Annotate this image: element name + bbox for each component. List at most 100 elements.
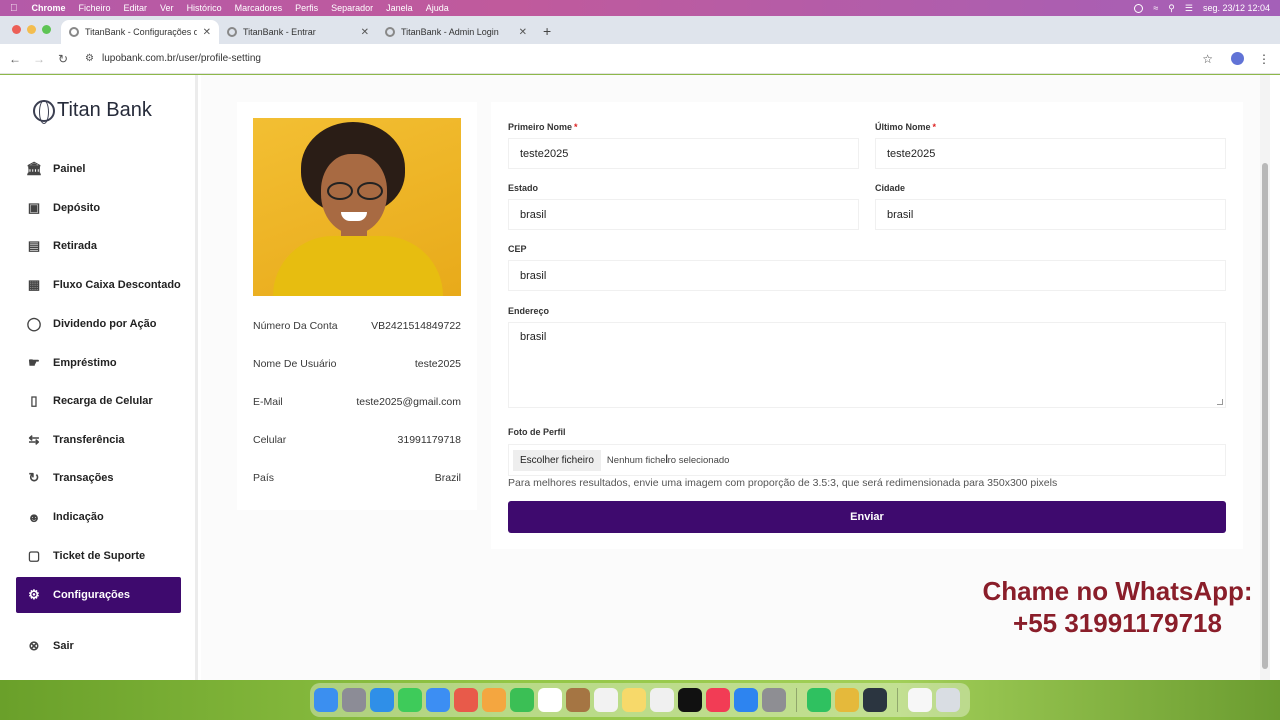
tab-admin-login[interactable]: TitanBank - Admin Login ✕	[377, 20, 535, 44]
app-store-icon[interactable]	[734, 688, 758, 712]
apple-icon[interactable]: 	[10, 3, 18, 14]
state-input[interactable]: brasil	[508, 199, 859, 230]
last-name-label: Último Nome *	[875, 122, 936, 132]
menu-separador[interactable]: Separador	[331, 3, 373, 13]
back-arrow-icon[interactable]: ←	[3, 52, 27, 66]
close-window-button[interactable]	[12, 25, 21, 34]
city-input[interactable]: brasil	[875, 199, 1226, 230]
sidebar-item-label: Fluxo Caixa Descontado	[53, 279, 181, 291]
search-icon[interactable]: ⚲	[1168, 3, 1175, 14]
control-center-icon[interactable]: ☰	[1185, 3, 1193, 14]
notes-icon[interactable]	[622, 688, 646, 712]
sidebar-item-recarga[interactable]: ▯ Recarga de Celular	[16, 383, 181, 419]
info-row-phone: Celular 31991179718	[253, 434, 461, 446]
new-tab-button[interactable]: +	[535, 23, 559, 44]
profile-avatar-icon[interactable]	[1231, 52, 1244, 65]
close-icon[interactable]: ✕	[519, 27, 527, 38]
logo-text: Titan Bank	[57, 99, 152, 121]
wifi-icon[interactable]: ≈	[1153, 3, 1158, 13]
photos-icon[interactable]	[482, 688, 506, 712]
forward-arrow-icon[interactable]: →	[27, 52, 51, 66]
reminders-icon[interactable]	[594, 688, 618, 712]
menu-ver[interactable]: Ver	[160, 3, 174, 13]
sidebar-item-painel[interactable]: 🏛 Painel	[16, 151, 181, 187]
menu-app[interactable]: Chrome	[32, 3, 66, 13]
clock[interactable]: seg. 23/12 12:04	[1203, 3, 1270, 13]
transfer-icon: ⇆	[28, 432, 40, 447]
launchpad-icon[interactable]	[342, 688, 366, 712]
music-icon[interactable]	[706, 688, 730, 712]
sidebar-item-ticket[interactable]: ▢ Ticket de Suporte	[16, 538, 181, 574]
sidebar-item-deposito[interactable]: ▣ Depósito	[16, 190, 181, 226]
whatsapp-icon[interactable]	[807, 688, 831, 712]
url-field[interactable]: ⚙ lupobank.com.br/user/profile-setting	[85, 53, 1202, 64]
dock-separator	[796, 688, 797, 712]
finder-icon[interactable]	[314, 688, 338, 712]
calendar-icon[interactable]	[538, 688, 562, 712]
resize-handle-icon[interactable]	[1217, 399, 1223, 405]
sidebar-item-transferencia[interactable]: ⇆ Transferência	[16, 422, 181, 458]
menu-historico[interactable]: Histórico	[187, 3, 222, 13]
menu-dots-icon[interactable]: ⋮	[1258, 52, 1270, 66]
submit-button[interactable]: Enviar	[508, 501, 1226, 533]
contacts-icon[interactable]	[566, 688, 590, 712]
first-name-input[interactable]: teste2025	[508, 138, 859, 169]
tab-configuracoes[interactable]: TitanBank - Configurações d ✕	[61, 20, 219, 44]
close-icon[interactable]: ✕	[361, 27, 369, 38]
sidebar-item-emprestimo[interactable]: ☛ Empréstimo	[16, 345, 181, 381]
label-text: Último Nome	[875, 122, 931, 132]
sidebar-item-dividendo[interactable]: ◯ Dividendo por Ação	[16, 306, 181, 342]
first-name-label: Primeiro Nome *	[508, 122, 578, 132]
menu-perfis[interactable]: Perfis	[295, 3, 318, 13]
maximize-window-button[interactable]	[42, 25, 51, 34]
messages-icon[interactable]	[398, 688, 422, 712]
freeform-icon[interactable]	[650, 688, 674, 712]
document-icon[interactable]	[908, 688, 932, 712]
reload-icon[interactable]: ↻	[51, 52, 75, 66]
system-settings-icon[interactable]	[762, 688, 786, 712]
required-mark: *	[932, 122, 937, 132]
menu-janela[interactable]: Janela	[386, 3, 413, 13]
wallet-icon: ▣	[27, 200, 41, 215]
bookmark-star-icon[interactable]: ☆	[1202, 52, 1213, 66]
cep-input[interactable]: brasil	[508, 260, 1226, 291]
sidebar-item-fluxo-caixa[interactable]: ▦ Fluxo Caixa Descontado	[16, 267, 181, 303]
quicktime-icon[interactable]	[863, 688, 887, 712]
close-icon[interactable]: ✕	[203, 27, 211, 38]
sidebar-item-label: Dividendo por Ação	[53, 318, 157, 330]
tv-icon[interactable]	[678, 688, 702, 712]
record-icon[interactable]	[1134, 3, 1144, 13]
menu-ficheiro[interactable]: Ficheiro	[79, 3, 111, 13]
sidebar-item-sair[interactable]: ⊗ Sair	[16, 628, 181, 664]
safari-icon[interactable]	[370, 688, 394, 712]
minimize-window-button[interactable]	[27, 25, 36, 34]
trash-icon[interactable]	[936, 688, 960, 712]
globe-icon	[385, 27, 395, 37]
site-settings-icon[interactable]: ⚙	[85, 53, 94, 64]
overlay-line2: +55 31991179718	[1013, 608, 1222, 638]
text-cursor-icon: I	[665, 452, 669, 466]
sidebar-item-transacoes[interactable]: ↻ Transações	[16, 460, 181, 496]
photo-hint: Para melhores resultados, envie uma imag…	[508, 477, 1058, 489]
last-name-input[interactable]: teste2025	[875, 138, 1226, 169]
macos-dock	[310, 683, 970, 717]
sidebar-item-retirada[interactable]: ▤ Retirada	[16, 228, 181, 264]
menu-ajuda[interactable]: Ajuda	[426, 3, 449, 13]
chrome-icon[interactable]	[835, 688, 859, 712]
menu-marcadores[interactable]: Marcadores	[235, 3, 283, 13]
mail-icon[interactable]	[426, 688, 450, 712]
logo[interactable]: Titan Bank	[33, 99, 152, 124]
choose-file-button[interactable]: Escolher ficheiro	[513, 449, 601, 471]
address-text: brasil	[520, 331, 547, 343]
menu-editar[interactable]: Editar	[124, 3, 148, 13]
sidebar-item-label: Transferência	[53, 434, 125, 446]
address-textarea[interactable]: brasil	[508, 322, 1226, 408]
info-key: País	[253, 472, 275, 484]
maps-icon[interactable]	[454, 688, 478, 712]
sidebar-item-label: Depósito	[53, 202, 101, 214]
tab-entrar[interactable]: TitanBank - Entrar ✕	[219, 20, 377, 44]
sidebar-item-indicacao[interactable]: ☻ Indicação	[16, 499, 181, 535]
sidebar-item-configuracoes[interactable]: ⚙ Configurações	[16, 577, 181, 613]
photo-file-input[interactable]: Escolher ficheiro Nenhum ficheiro seleci…	[508, 444, 1226, 476]
facetime-icon[interactable]	[510, 688, 534, 712]
